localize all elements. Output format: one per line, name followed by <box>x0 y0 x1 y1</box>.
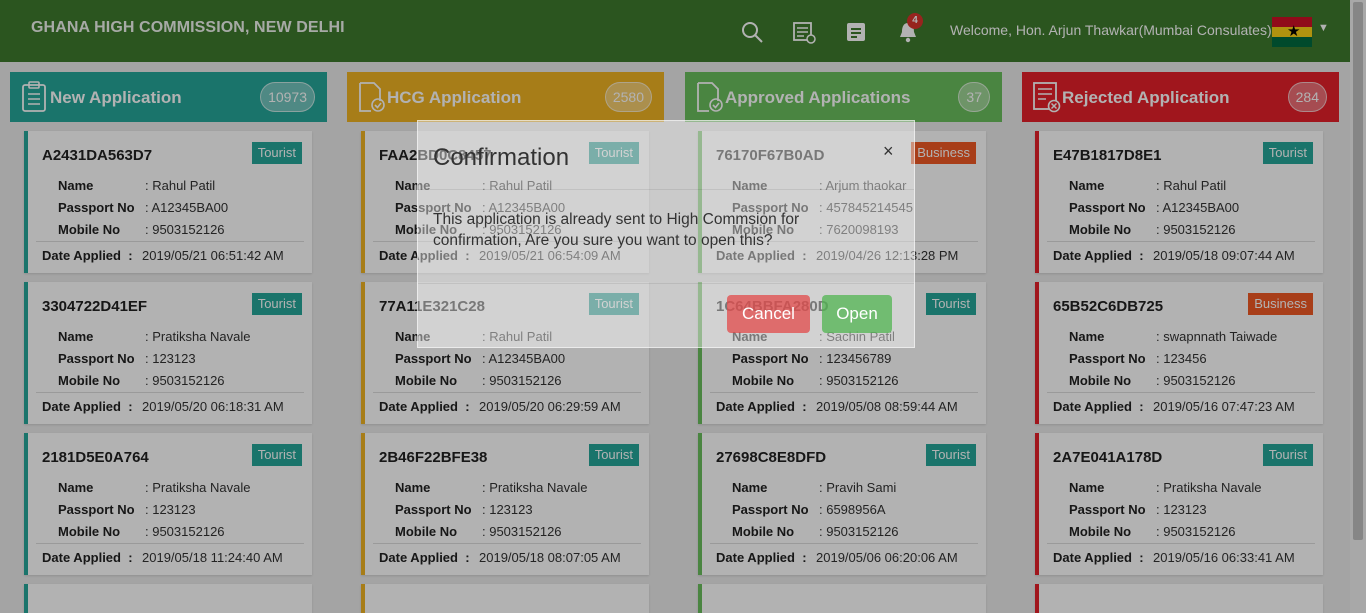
modal-message: This application is already sent to High… <box>433 211 800 249</box>
confirmation-modal: Confirmation × This application is alrea… <box>417 120 915 348</box>
modal-divider <box>418 189 914 190</box>
cancel-button[interactable]: Cancel <box>727 295 810 333</box>
modal-divider <box>418 283 914 284</box>
open-button[interactable]: Open <box>822 295 892 333</box>
close-icon[interactable]: × <box>883 141 894 162</box>
modal-title: Confirmation <box>433 144 570 171</box>
